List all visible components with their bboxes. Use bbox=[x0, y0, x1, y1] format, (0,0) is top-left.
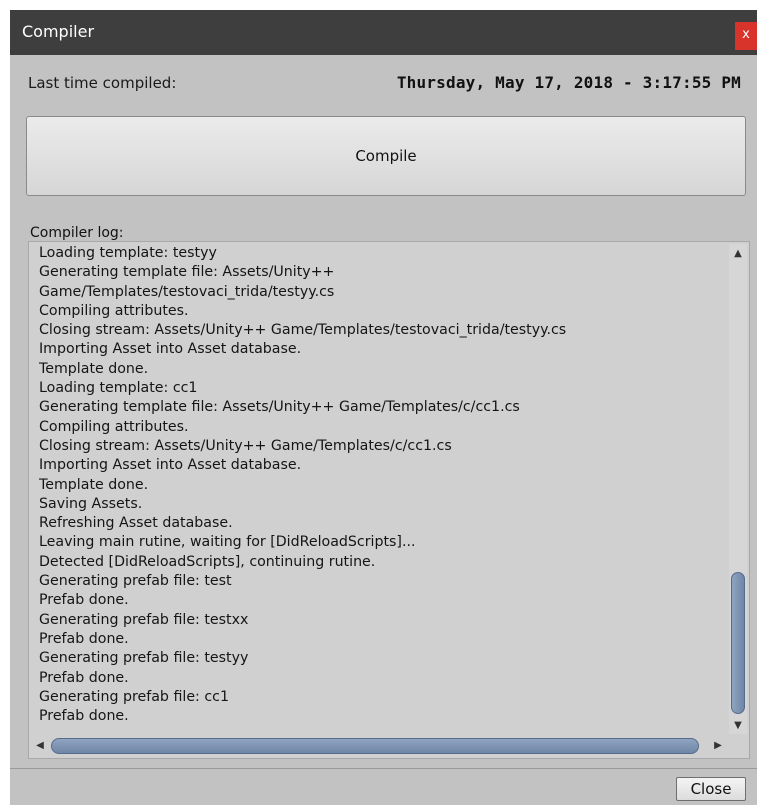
left-arrow-icon[interactable]: ◀ bbox=[31, 736, 49, 756]
log-line: Closing stream: Assets/Unity++ Game/Temp… bbox=[39, 322, 567, 339]
last-compiled-value: Thursday, May 17, 2018 - 3:17:55 PM bbox=[396, 73, 741, 92]
log-line: Generating prefab file: testyy bbox=[39, 650, 249, 667]
horizontal-scroll-thumb[interactable] bbox=[51, 738, 699, 754]
down-arrow-icon[interactable]: ▼ bbox=[729, 718, 747, 734]
log-text: Loading template: testyy Generating templ… bbox=[39, 244, 725, 734]
compiler-log-label: Compiler log: bbox=[30, 225, 124, 241]
log-line: Generating prefab file: test bbox=[39, 573, 232, 590]
log-line: Game/Templates/testovaci_trida/testyy.cs bbox=[39, 283, 335, 300]
compile-button[interactable]: Compile bbox=[26, 116, 746, 196]
log-line: Closing stream: Assets/Unity++ Game/Temp… bbox=[39, 437, 452, 454]
log-line: Loading template: testyy bbox=[39, 245, 217, 261]
log-line: Generating template file: Assets/Unity++ bbox=[39, 264, 335, 281]
up-arrow-icon[interactable]: ▲ bbox=[729, 246, 747, 262]
close-button[interactable]: Close bbox=[676, 777, 746, 801]
title-bar[interactable]: Compiler x bbox=[10, 10, 757, 55]
vertical-scroll-thumb[interactable] bbox=[731, 572, 745, 714]
log-line: Compiling attributes. bbox=[39, 418, 189, 435]
window-title: Compiler bbox=[22, 22, 95, 41]
log-line: Template done. bbox=[39, 476, 149, 493]
log-line: Generating template file: Assets/Unity++… bbox=[39, 399, 520, 416]
log-line: Importing Asset into Asset database. bbox=[39, 457, 302, 474]
vertical-scrollbar[interactable]: ▲ ▼ bbox=[729, 244, 747, 734]
log-line: Detected [DidReloadScripts], continuing … bbox=[39, 553, 376, 570]
right-arrow-icon[interactable]: ▶ bbox=[709, 736, 727, 756]
log-line: Loading template: cc1 bbox=[39, 380, 198, 397]
last-compiled-label: Last time compiled: bbox=[28, 74, 177, 92]
log-line: Refreshing Asset database. bbox=[39, 515, 233, 532]
log-line: Leaving main rutine, waiting for [DidRel… bbox=[39, 534, 416, 551]
horizontal-scrollbar[interactable]: ◀ ▶ bbox=[31, 736, 727, 756]
log-line: Generating prefab file: testxx bbox=[39, 611, 249, 628]
log-line: Prefab done. bbox=[39, 592, 129, 609]
log-line: Prefab done. bbox=[39, 669, 129, 686]
log-line: Compiling attributes. bbox=[39, 302, 189, 319]
log-line: Generating prefab file: cc1 bbox=[39, 688, 229, 705]
close-window-icon[interactable]: x bbox=[735, 22, 757, 50]
compiler-log[interactable]: Loading template: testyy Generating templ… bbox=[28, 241, 750, 759]
log-line: Template done. bbox=[39, 360, 149, 377]
log-line: Importing Asset into Asset database. bbox=[39, 341, 302, 358]
log-line: Prefab done. bbox=[39, 708, 129, 725]
compiler-window: Compiler x Last time compiled: Thursday,… bbox=[10, 10, 757, 805]
log-line: Saving Assets. bbox=[39, 495, 143, 512]
log-line: Prefab done. bbox=[39, 630, 129, 647]
footer-divider bbox=[10, 768, 757, 769]
